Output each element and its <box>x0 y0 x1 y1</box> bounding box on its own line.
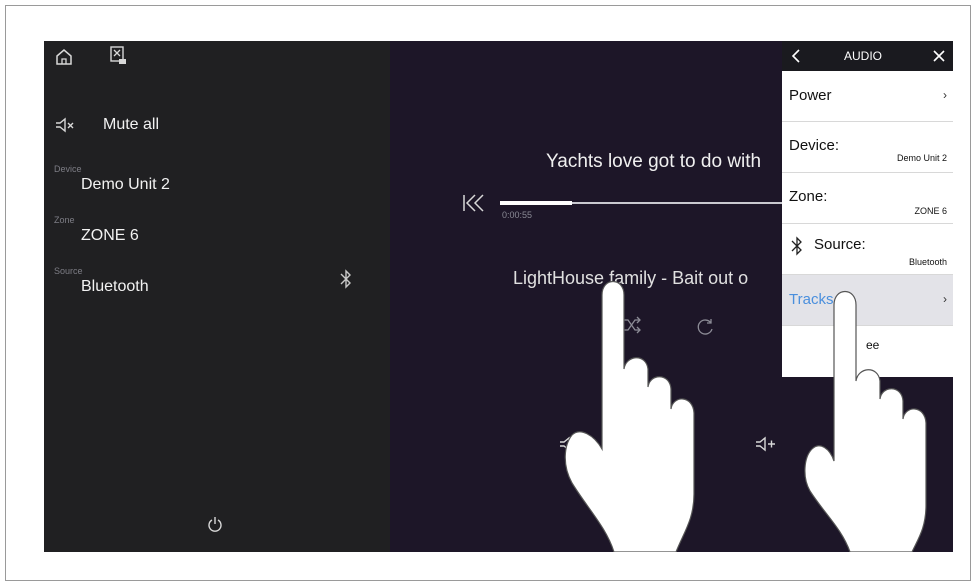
device-value[interactable]: Demo Unit 2 <box>81 176 170 194</box>
mute-all-label[interactable]: Mute all <box>103 116 159 134</box>
progress-fill <box>500 201 572 205</box>
device-screen: Mute all Device Demo Unit 2 Zone ZONE 6 … <box>44 41 953 552</box>
zone-value[interactable]: ZONE 6 <box>81 227 139 245</box>
menu-item-label: Zone: <box>789 188 828 205</box>
menu-item-value: Demo Unit 2 <box>896 153 947 163</box>
source-value[interactable]: Bluetooth <box>81 278 149 296</box>
menu-item-value: ZONE 6 <box>914 206 947 216</box>
menu-item-source[interactable]: Source: Bluetooth <box>782 224 953 275</box>
close-icon[interactable] <box>932 49 946 63</box>
menu-item-label: Source: <box>814 236 866 253</box>
menu-item-device[interactable]: Device: Demo Unit 2 <box>782 122 953 173</box>
volume-up-icon[interactable] <box>754 433 778 455</box>
track-title: Yachts love got to do with <box>546 151 762 172</box>
menu-item-power[interactable]: Power › <box>782 71 953 122</box>
bluetooth-icon <box>790 236 804 256</box>
menu-item-value: Bluetooth <box>908 257 947 267</box>
menu-item-zone[interactable]: Zone: ZONE 6 <box>782 173 953 224</box>
audio-menu-title: AUDIO <box>844 49 883 63</box>
source-label: Source <box>54 266 83 276</box>
mute-icon[interactable] <box>54 115 76 135</box>
zone-label: Zone <box>54 215 75 225</box>
hand-pointer-icon <box>804 290 927 552</box>
bluetooth-icon <box>338 268 354 290</box>
home-icon[interactable] <box>54 47 74 67</box>
previous-track-icon[interactable] <box>461 192 487 214</box>
audio-menu-header: AUDIO <box>782 41 953 71</box>
elapsed-time: 0:00:55 <box>502 210 533 220</box>
audio-sidebar: Mute all Device Demo Unit 2 Zone ZONE 6 … <box>44 41 390 552</box>
waypoint-icon[interactable] <box>108 45 130 67</box>
power-icon[interactable] <box>207 516 223 532</box>
hand-pointer-icon <box>564 280 695 552</box>
chevron-right-icon: › <box>943 88 947 102</box>
back-icon[interactable] <box>790 48 802 64</box>
device-label: Device <box>54 164 82 174</box>
menu-item-label: Device: <box>789 137 840 154</box>
menu-item-label: Power <box>789 87 832 104</box>
